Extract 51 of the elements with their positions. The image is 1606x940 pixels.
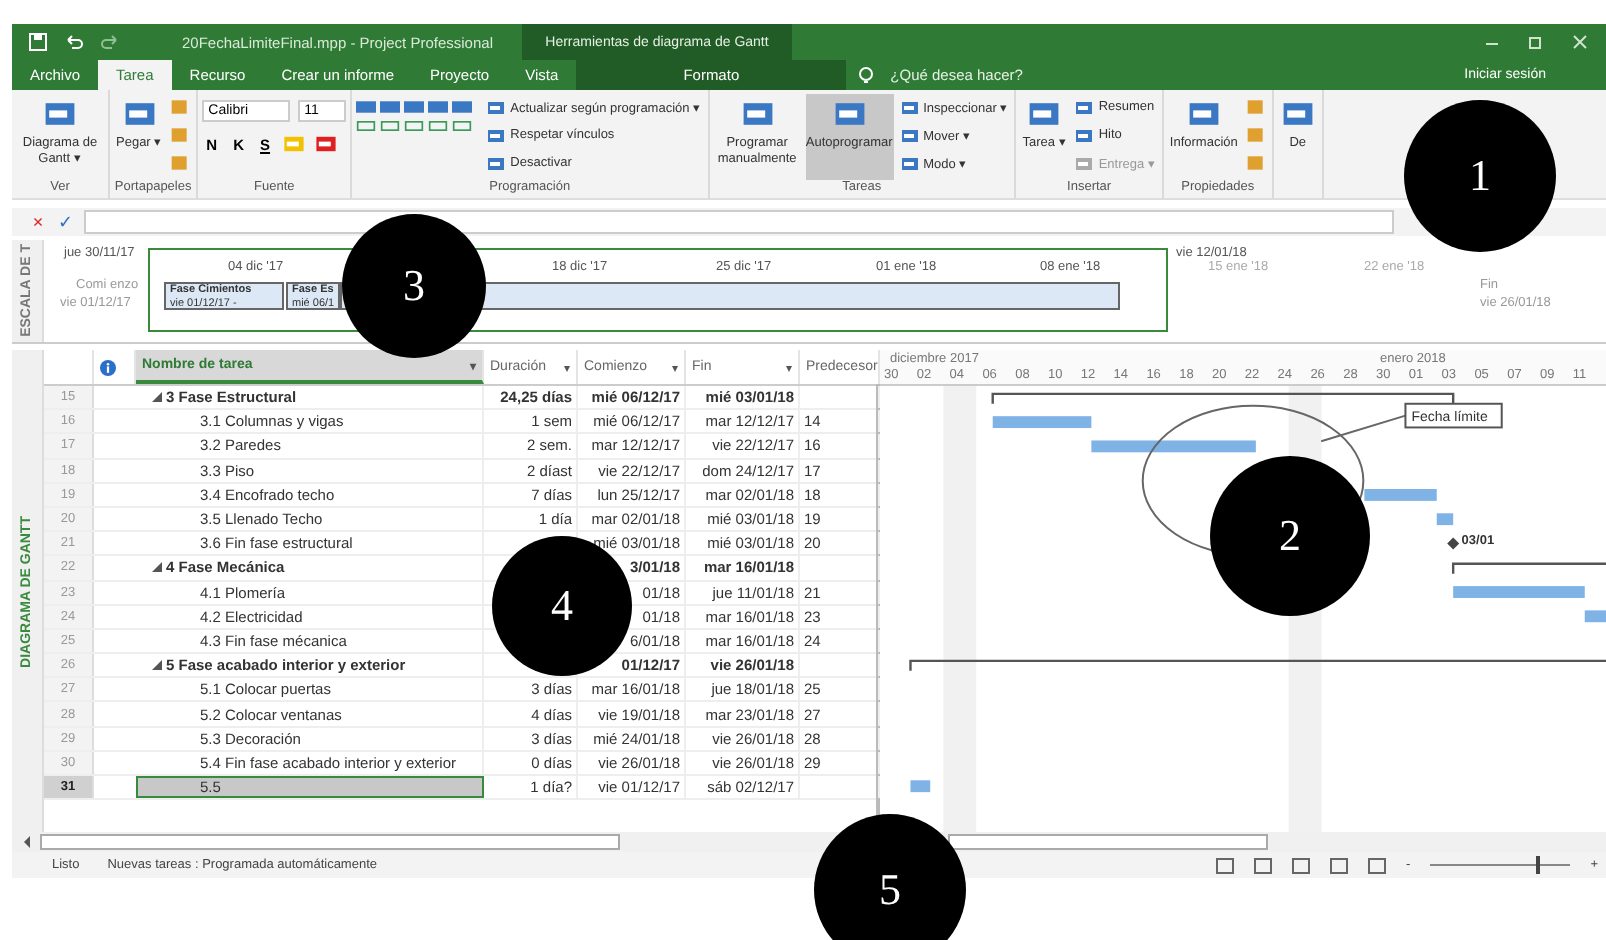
ribbon-icon-button[interactable] <box>168 150 193 176</box>
ribbon-icon-button[interactable] <box>168 94 193 120</box>
ribbon-icon <box>899 125 920 145</box>
save-icon[interactable] <box>28 32 48 52</box>
ribbon-icon <box>899 97 920 117</box>
ribbon-icon <box>1074 153 1095 173</box>
collapse-icon[interactable] <box>152 392 162 403</box>
scroll-left-icon[interactable] <box>20 834 36 850</box>
task-bar[interactable] <box>910 780 931 793</box>
ribbon-icon-button[interactable] <box>1243 150 1268 176</box>
scrollbar-thumb[interactable] <box>40 834 620 850</box>
callout-marker: 2 <box>1210 456 1370 616</box>
font-color-icon <box>314 132 339 156</box>
ribbon-icon <box>486 97 507 117</box>
percent-complete-icon[interactable] <box>428 100 449 114</box>
link-icon[interactable] <box>404 118 425 134</box>
link-icon[interactable] <box>452 118 473 134</box>
scrollbar-thumb[interactable] <box>948 834 1268 850</box>
percent-complete-icon[interactable] <box>404 100 425 114</box>
ribbon-icon <box>1074 97 1095 117</box>
link-icon[interactable] <box>356 118 377 134</box>
cancel-button[interactable]: × <box>28 212 48 232</box>
collapse-icon[interactable] <box>152 660 162 671</box>
percent-complete-icon[interactable] <box>356 100 377 114</box>
highlight-icon <box>282 132 307 156</box>
zoom-slider-thumb[interactable] <box>1535 856 1540 874</box>
percent-complete-icon[interactable] <box>452 100 473 114</box>
redo-icon[interactable] <box>100 32 120 52</box>
ribbon-icon <box>486 153 507 173</box>
ribbon-icon-button[interactable] <box>1243 122 1268 148</box>
ribbon-icon-button[interactable] <box>1243 94 1268 120</box>
link-icon[interactable] <box>380 118 401 134</box>
link-icon[interactable] <box>428 118 449 134</box>
callout-marker: 5 <box>814 814 966 940</box>
task-bar[interactable] <box>1436 513 1454 526</box>
undo-icon[interactable] <box>64 32 84 52</box>
percent-complete-icon[interactable] <box>380 100 401 114</box>
milestone-icon <box>1447 537 1460 550</box>
entry-field[interactable] <box>84 210 1394 234</box>
task-bar[interactable] <box>992 416 1092 429</box>
confirm-button[interactable]: ✓ <box>56 212 76 232</box>
close-icon[interactable] <box>1570 32 1590 52</box>
restore-icon[interactable] <box>1526 32 1546 52</box>
ribbon-icon <box>899 153 920 173</box>
ribbon-icon-button[interactable] <box>168 122 193 148</box>
collapse-icon[interactable] <box>152 562 162 573</box>
info-icon <box>100 359 116 375</box>
leader-line <box>1320 414 1407 443</box>
ribbon-icon <box>1074 125 1095 145</box>
lightbulb-icon <box>858 65 875 85</box>
ribbon-icon <box>486 125 507 145</box>
